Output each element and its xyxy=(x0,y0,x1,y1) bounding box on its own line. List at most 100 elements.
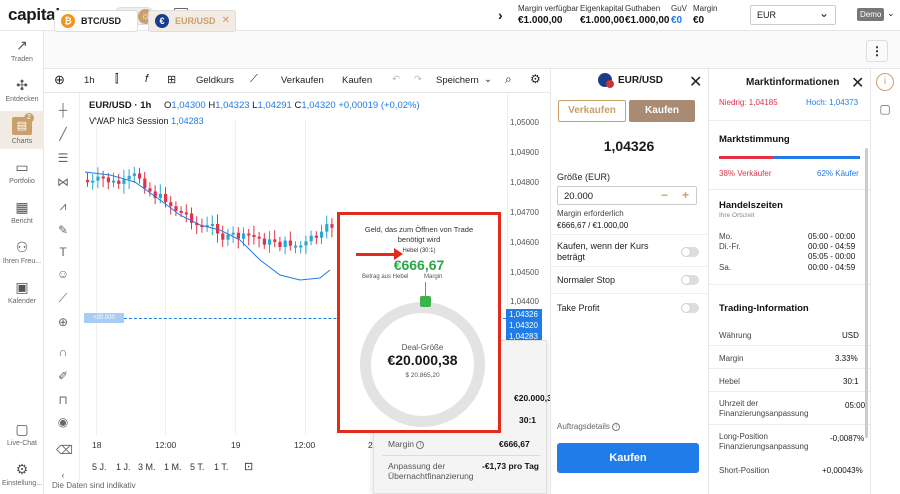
candle xyxy=(91,180,95,183)
range-5y[interactable]: 5 J. xyxy=(92,462,107,472)
chevron-down-icon[interactable]: ⌄ xyxy=(887,8,895,19)
events-icon[interactable]: ▢ xyxy=(876,101,894,119)
account-currency-select[interactable]: EUR xyxy=(750,5,836,25)
nav-traden[interactable]: ↗ Traden xyxy=(0,37,44,63)
zoom-icon[interactable]: ⊕ xyxy=(56,315,70,329)
price-label: 1,04800 xyxy=(510,178,539,187)
candle xyxy=(174,206,178,211)
more-options-button[interactable]: ⋮ xyxy=(866,40,888,62)
tab-btc-usd[interactable]: ₿ BTC/USD xyxy=(54,10,138,32)
nav-live-chat[interactable]: ▢ Live-Chat xyxy=(0,421,44,447)
bitcoin-icon: ₿ xyxy=(61,14,75,28)
lock-drawing-icon[interactable]: ✐ xyxy=(56,369,70,383)
collapse-icon[interactable]: ‹ xyxy=(56,468,70,482)
close-tab-icon[interactable]: ✕ xyxy=(222,15,230,26)
add-icon[interactable]: ⊕ xyxy=(54,72,65,88)
candle xyxy=(231,232,235,235)
candle xyxy=(304,241,308,246)
nav-bericht[interactable]: ▦ Bericht xyxy=(0,199,44,225)
position-tag[interactable]: +20.000 xyxy=(84,313,124,323)
range-1d[interactable]: 1 T. xyxy=(214,462,228,472)
normal-stop-toggle[interactable] xyxy=(681,275,699,285)
text-icon[interactable]: T xyxy=(56,245,70,259)
pattern-icon[interactable]: ⋈ xyxy=(56,175,70,189)
save-button[interactable]: Speichern xyxy=(436,75,479,86)
emoji-icon[interactable]: ☺ xyxy=(56,267,70,281)
sell-button[interactable]: Verkaufen xyxy=(558,100,626,122)
chevron-right-icon[interactable]: › xyxy=(498,7,503,23)
nav-settings[interactable]: ⚙ Einstellung... xyxy=(0,461,44,487)
low-price: Niedrig: 1,04185 xyxy=(719,98,778,107)
buy-toolbar-button[interactable]: Kaufen xyxy=(342,75,372,86)
crosshair-icon[interactable]: ┼ xyxy=(56,103,70,117)
order-details-link[interactable]: Auftragsdetails i xyxy=(557,422,621,431)
candle xyxy=(314,235,318,238)
close-trade-panel-icon[interactable]: ✕ xyxy=(689,72,702,92)
range-1y[interactable]: 1 J. xyxy=(116,462,131,472)
decrease-button[interactable]: − xyxy=(661,188,668,202)
candle xyxy=(262,238,266,245)
market-info-scrollbar[interactable] xyxy=(865,148,868,438)
portfolio-icon: ▭ xyxy=(15,159,29,175)
nav-entdecken[interactable]: ✣ Entdecken xyxy=(0,77,44,103)
candle xyxy=(117,180,121,184)
eye-icon[interactable]: ◉ xyxy=(56,415,70,429)
range-5d[interactable]: 5 T. xyxy=(190,462,204,472)
nav-charts[interactable]: ▤ 2 Charts xyxy=(0,111,44,149)
gear-icon[interactable]: ⚙ xyxy=(530,72,541,86)
templates-icon[interactable]: ⊞ xyxy=(167,73,176,86)
search-icon[interactable]: ⌕ xyxy=(505,72,512,87)
candle xyxy=(294,245,298,248)
info-panel-icon[interactable]: i xyxy=(876,73,894,91)
nav-kalender[interactable]: ▣ Kalender xyxy=(0,279,44,305)
trash-icon[interactable]: ⌫ xyxy=(56,443,73,457)
sell-toolbar-button[interactable]: Verkaufen xyxy=(281,75,324,86)
range-3m[interactable]: 3 M. xyxy=(138,462,156,472)
brush-icon[interactable]: ✎ xyxy=(56,223,70,237)
margin-marker xyxy=(420,296,431,307)
indicators-icon[interactable]: 𝑓 xyxy=(145,73,148,86)
range-1m[interactable]: 1 M. xyxy=(164,462,182,472)
nav-portfolio[interactable]: ▭ Portfolio xyxy=(0,159,44,185)
left-navigation: ↗ Traden ✣ Entdecken ▤ 2 Charts ▭ Portfolio ▦… xyxy=(0,31,44,494)
info-icon: i xyxy=(612,422,621,431)
size-input[interactable]: 20.000 xyxy=(557,186,697,205)
time-label: 19 xyxy=(231,440,241,450)
save-dropdown-icon[interactable]: ⌄ xyxy=(484,74,492,85)
candle xyxy=(309,235,313,242)
callout-amount: €666,67 xyxy=(393,257,445,273)
geldkurs-button[interactable]: Geldkurs xyxy=(196,75,234,86)
info-icon[interactable]: i xyxy=(416,440,425,449)
buy-submit-button[interactable]: Kaufen xyxy=(557,443,699,473)
deal-size-value: €20.000,38 xyxy=(387,352,458,368)
compare-icon[interactable]: ⟋ xyxy=(250,73,258,86)
interval-button[interactable]: 1h xyxy=(84,75,95,86)
trendline-icon[interactable]: ╱ xyxy=(56,127,70,141)
candle xyxy=(112,180,116,183)
nav-friends[interactable]: ⚇ Ihren Freu... xyxy=(0,239,44,265)
date-range-icon[interactable]: ⊡ xyxy=(244,460,253,473)
close-market-info-icon[interactable]: ✕ xyxy=(851,73,864,93)
stat-pnl: GuV €0 xyxy=(671,4,688,26)
tab-eur-usd[interactable]: € EUR/USD ✕ xyxy=(148,10,236,32)
buy-tab-button[interactable]: Kaufen xyxy=(629,100,695,122)
candle xyxy=(164,193,168,203)
take-profit-toggle[interactable] xyxy=(681,303,699,313)
redo-icon[interactable]: ↷ xyxy=(414,74,422,85)
buy-when-toggle[interactable] xyxy=(681,247,699,257)
magnet-icon[interactable]: ∩ xyxy=(56,345,70,359)
candle xyxy=(236,232,240,239)
lock-icon[interactable]: ⊓ xyxy=(56,393,70,407)
sentiment-bar xyxy=(719,156,860,159)
fib-icon[interactable]: ☰ xyxy=(56,151,70,165)
projection-icon[interactable]: ⩘ xyxy=(56,199,70,213)
candle xyxy=(148,188,152,192)
trend-icon: ↗ xyxy=(16,37,28,53)
demo-badge[interactable]: Demo xyxy=(857,8,885,21)
undo-icon[interactable]: ↶ xyxy=(392,74,400,85)
price-box-ask: 1,04326 xyxy=(506,309,542,320)
candles-icon[interactable]: ⫿ xyxy=(115,73,119,86)
increase-button[interactable]: + xyxy=(682,188,689,202)
ruler-icon[interactable]: ⟋ xyxy=(56,291,70,305)
candle xyxy=(179,210,183,213)
